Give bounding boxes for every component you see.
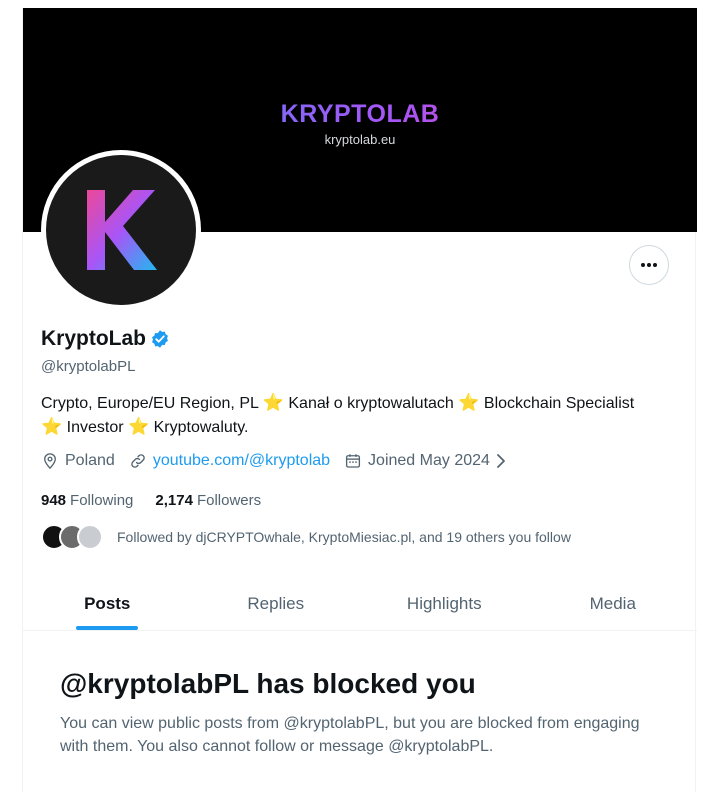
tab-posts[interactable]: Posts [23,578,192,630]
kryptolab-logo-icon [87,190,157,270]
bio-text-4: Investor [66,419,124,436]
location-text: Poland [65,452,115,469]
verified-badge-icon[interactable] [150,329,170,349]
location-pin-icon [44,453,56,470]
website-item[interactable]: youtube.com/@kryptolab [129,452,330,470]
following-label: Following [70,492,134,509]
follow-counts: 948 Following 2,174 Followers [41,492,283,509]
following-count-link[interactable]: 948 Following [41,492,133,509]
tab-label: Posts [84,594,131,613]
tab-label: Replies [247,594,305,613]
tab-label: Highlights [406,594,482,613]
blocked-description: You can view public posts from @kryptola… [60,715,640,755]
profile-meta: Poland youtube.com/@kryptolab Joined May… [41,452,522,470]
chevron-right-icon [497,454,505,468]
avatar [77,524,103,550]
tab-highlights[interactable]: Highlights [360,578,529,630]
star-emoji: ⭐ [41,417,63,436]
followed-by-text: Followed by djCRYPTOwhale, KryptoMiesiac… [117,529,571,545]
joined-item[interactable]: Joined May 2024 [344,452,508,470]
tab-media[interactable]: Media [529,578,698,630]
bio-text-2: Kanał o kryptowalutach [288,395,454,412]
star-emoji: ⭐ [262,393,284,412]
bio-text-5: Kryptowaluty. [153,419,249,436]
star-emoji: ⭐ [458,393,480,412]
following-count: 948 [41,492,67,509]
followed-by-avatars [41,524,103,550]
website-link[interactable]: youtube.com/@kryptolab [153,452,330,470]
profile-handle: @kryptolabPL [41,358,136,375]
link-icon [131,454,145,468]
banner-title: KRYPTOLAB [23,100,697,129]
followed-by-row[interactable]: Followed by djCRYPTOwhale, KryptoMiesiac… [41,524,571,550]
more-button[interactable] [629,245,669,285]
profile-name: KryptoLab [41,327,146,350]
profile-page: KRYPTOLAB kryptolab.eu KryptoLab @krypto… [22,8,697,792]
avatar-logo [46,155,196,305]
avatar[interactable] [41,150,201,310]
location-item: Poland [41,452,115,470]
followers-label: Followers [196,492,262,509]
bio-text-3: Blockchain Specialist [483,395,635,412]
followers-count: 2,174 [155,492,193,509]
tab-label: Media [589,594,636,613]
profile-bio: Crypto, Europe/EU Region, PL ⭐ Kanał o k… [41,391,641,439]
more-icon [641,263,657,267]
followers-count-link[interactable]: 2,174 Followers [155,492,261,509]
blocked-title: @kryptolabPL has blocked you [60,668,476,699]
calendar-icon [345,454,361,468]
profile-tabs: Posts Replies Highlights Media [23,578,697,631]
profile-name-row: KryptoLab [41,327,170,351]
tab-replies[interactable]: Replies [192,578,361,630]
joined-text: Joined May 2024 [368,452,490,469]
star-emoji: ⭐ [128,417,150,436]
banner-subtitle: kryptolab.eu [324,132,396,147]
bio-text-1: Crypto, Europe/EU Region, PL [41,395,259,412]
active-tab-indicator [76,626,139,630]
